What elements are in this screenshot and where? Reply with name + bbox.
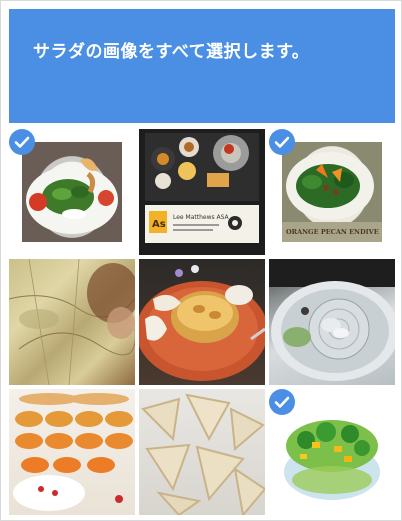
instruction-banner: サラダの画像をすべて選択します。 — [9, 9, 395, 123]
image-tile-4[interactable] — [9, 259, 135, 385]
old-map-image — [9, 259, 135, 385]
checkmark-icon — [9, 129, 35, 155]
checkmark-icon — [269, 129, 295, 155]
instruction-text: サラダの画像をすべて選択します。 — [33, 42, 310, 62]
image-tile-7[interactable] — [9, 389, 135, 515]
quiche-plate-image — [139, 259, 265, 385]
image-tile-8[interactable] — [139, 389, 265, 515]
fish-plate-image — [269, 259, 395, 385]
image-tile-6[interactable] — [269, 259, 395, 385]
orange-pecan-salad-image: ORANGE PECAN ENDIVE — [282, 142, 382, 242]
captcha-frame: サラダの画像をすべて選択します。 As Lee Matthews ASA ORA… — [0, 0, 402, 521]
tarts-display-image — [9, 389, 135, 515]
image-tile-2[interactable]: As Lee Matthews ASA — [139, 129, 265, 255]
label-text: Lee Matthews ASA — [173, 214, 230, 221]
salad-bowl-image — [282, 402, 382, 502]
image-tile-3[interactable]: ORANGE PECAN ENDIVE — [269, 129, 395, 255]
bread-slices-image — [139, 389, 265, 515]
label-logo: As — [152, 219, 166, 230]
image-tile-5[interactable] — [139, 259, 265, 385]
salad-caption: ORANGE PECAN ENDIVE — [286, 228, 379, 236]
image-tile-9[interactable] — [269, 389, 395, 515]
checkmark-icon — [269, 389, 295, 415]
lunch-tray-image: As Lee Matthews ASA — [139, 129, 265, 255]
image-tile-1[interactable] — [9, 129, 135, 255]
salad-with-tomatoes-image — [22, 142, 122, 242]
